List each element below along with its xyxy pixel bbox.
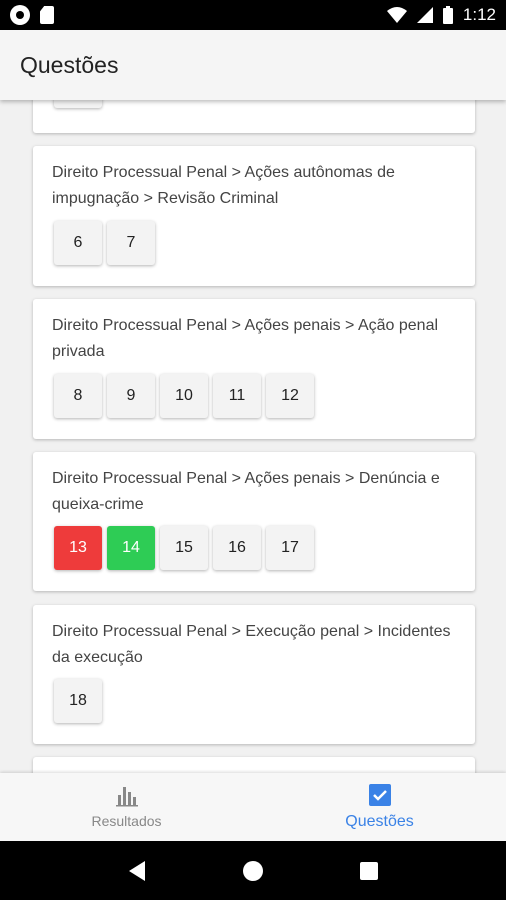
topic-card [33,100,475,133]
system-navigation-bar [0,841,506,900]
home-icon[interactable] [242,860,264,882]
wifi-icon [386,7,407,23]
question-button-wrong[interactable]: 13 [54,526,102,570]
checkbox-icon [368,784,391,806]
bar-chart-icon [115,787,138,807]
nav-results-label: Resultados [91,813,162,829]
nav-questions[interactable]: Questões [253,773,506,841]
question-button[interactable]: 8 [54,374,102,418]
page-title: Questões [20,51,119,78]
nav-results[interactable]: Resultados [0,773,253,841]
bottom-navigation: Resultados Questões [0,773,506,841]
app-bar: Questões [0,30,506,100]
back-icon[interactable] [127,860,147,882]
signal-icon [416,7,433,23]
battery-icon [442,6,453,24]
topic-card: Direito Processual Penal > Ações penais … [33,452,475,591]
question-button[interactable]: 16 [213,526,261,570]
status-bar: 1:12 [0,0,506,30]
notification-icon [10,5,30,25]
nav-questions-label: Questões [345,813,414,830]
question-button[interactable]: 12 [266,374,314,418]
question-button[interactable]: 6 [54,221,102,265]
question-button[interactable]: 18 [54,679,102,723]
question-button[interactable]: 9 [107,374,155,418]
recents-icon[interactable] [359,861,379,881]
question-button-correct[interactable]: 14 [107,526,155,570]
question-button[interactable] [54,100,102,108]
question-button[interactable]: 15 [160,526,208,570]
sd-card-icon [40,6,54,24]
question-button[interactable]: 11 [213,374,261,418]
topic-path: Direito Processual Penal > Ações penais … [52,470,440,513]
clock-text: 1:12 [462,5,496,24]
topic-path: Direito Processual Penal > Ações autônom… [52,164,395,207]
topic-card [33,757,475,773]
question-button[interactable]: 7 [107,221,155,265]
question-list[interactable]: Direito Processual Penal > Ações autônom… [0,100,506,773]
topic-card: Direito Processual Penal > Ações penais … [33,299,475,439]
topic-path: Direito Processual Penal > Ações penais … [52,317,439,360]
question-button[interactable]: 17 [266,526,314,570]
topic-card: Direito Processual Penal > Execução pena… [33,605,475,744]
topic-path: Direito Processual Penal > Execução pena… [52,623,451,666]
question-button[interactable]: 10 [160,374,208,418]
topic-card: Direito Processual Penal > Ações autônom… [33,146,475,286]
